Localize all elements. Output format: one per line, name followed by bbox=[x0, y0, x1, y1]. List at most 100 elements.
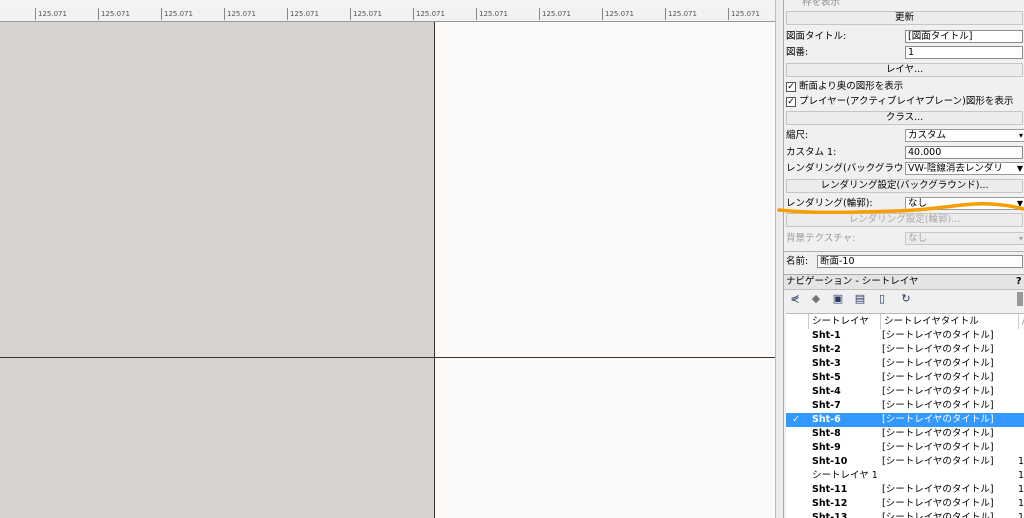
ruler-tick: 125.071 bbox=[35, 8, 67, 20]
ruler-tick: 125.071 bbox=[602, 8, 634, 20]
scale-select[interactable]: カスタム ▾ bbox=[905, 129, 1024, 142]
table-row[interactable]: Sht-10 [シートレイヤのタイトル] 1 bbox=[786, 455, 1024, 469]
drawing-title-field[interactable]: [図面タイトル] bbox=[905, 30, 1023, 43]
custom-scale-field[interactable]: 40.000 bbox=[905, 146, 1023, 159]
ruler-tick: 125.071 bbox=[287, 8, 319, 20]
row-sheet-layer: Sht-12 bbox=[812, 498, 848, 509]
section-guide-horizontal bbox=[0, 357, 775, 358]
render-foreground-label: レンダリング(輪郭): bbox=[786, 198, 873, 209]
show-player-checkbox[interactable]: ✓ bbox=[786, 97, 796, 107]
render-background-settings-button[interactable]: レンダリング設定(バックグラウンド)... bbox=[786, 179, 1023, 193]
row-sheet-title: [シートレイヤのタイトル] bbox=[882, 498, 994, 509]
table-row[interactable]: Sht-4 [シートレイヤのタイトル] bbox=[786, 385, 1024, 399]
render-foreground-select[interactable]: なし ▼ bbox=[905, 197, 1024, 210]
refresh-icon[interactable]: ↻ bbox=[899, 292, 913, 306]
update-button[interactable]: 更新 bbox=[786, 11, 1023, 25]
table-row[interactable]: Sht-11 [シートレイヤのタイトル] 1 bbox=[786, 483, 1024, 497]
row-sheet-layer: Sht-10 bbox=[812, 456, 848, 467]
row-extra: 1 bbox=[1018, 498, 1024, 509]
show-behind-section-label: 断面より奥の図形を表示 bbox=[799, 81, 904, 92]
ruler-tick: 125.071 bbox=[224, 8, 256, 20]
table-row[interactable]: シートレイヤ 1 1 bbox=[786, 469, 1024, 483]
table-row[interactable]: Sht-7 [シートレイヤのタイトル] bbox=[786, 399, 1024, 413]
row-sheet-layer: Sht-11 bbox=[812, 484, 848, 495]
horizontal-ruler: 125.071 125.071 125.071 125.071 125.071 … bbox=[0, 8, 775, 22]
ruler-tick: 125.071 bbox=[539, 8, 571, 20]
column-header-sheet-title[interactable]: シートレイヤタイトル bbox=[880, 314, 1018, 329]
table-row[interactable]: Sht-1 [シートレイヤのタイトル] bbox=[786, 329, 1024, 343]
navigation-header: ナビゲーション - シートレイヤ ? bbox=[784, 274, 1024, 290]
sheet-layer-list: Sht-1 [シートレイヤのタイトル] Sht-2 [シートレイヤのタイトル] Sht-… bbox=[786, 329, 1024, 518]
show-behind-section-checkbox[interactable]: ✓ bbox=[786, 82, 796, 92]
background-texture-select[interactable]: なし ▾ bbox=[905, 232, 1024, 245]
row-sheet-layer: Sht-7 bbox=[812, 400, 841, 411]
object-info-palette: 枠を表示 更新 図面タイトル: [図面タイトル] 図番: 1 レイヤ... ✓ … bbox=[783, 0, 1024, 518]
name-field[interactable]: 断面-10 bbox=[817, 255, 1023, 268]
ruler-tick: 125.071 bbox=[413, 8, 445, 20]
row-extra: 1 bbox=[1018, 512, 1024, 518]
table-row[interactable]: Sht-2 [シートレイヤのタイトル] bbox=[786, 343, 1024, 357]
layer-button[interactable]: レイヤ... bbox=[786, 63, 1023, 77]
row-extra: 1 bbox=[1018, 484, 1024, 495]
edit-icon[interactable]: ▣ bbox=[831, 292, 845, 306]
row-sheet-title: [シートレイヤのタイトル] bbox=[882, 512, 994, 518]
document-icon[interactable]: ▯ bbox=[875, 292, 889, 306]
row-extra: 1 bbox=[1018, 470, 1024, 481]
row-sheet-title: [シートレイヤのタイトル] bbox=[882, 456, 994, 467]
chevron-down-icon: ▼ bbox=[1016, 199, 1023, 208]
drawing-number-label: 図番: bbox=[786, 47, 809, 58]
grip-icon[interactable] bbox=[1017, 292, 1023, 306]
layers-icon[interactable]: ◆ bbox=[809, 292, 823, 306]
column-header-extra[interactable]: / bbox=[1018, 314, 1024, 329]
row-extra: 1 bbox=[1018, 456, 1024, 467]
help-icon[interactable]: ? bbox=[1016, 275, 1022, 288]
scale-label: 縮尺: bbox=[786, 130, 809, 141]
row-sheet-layer: Sht-1 bbox=[812, 330, 841, 341]
frame-display-label: 枠を表示 bbox=[802, 0, 841, 8]
table-row[interactable]: Sht-12 [シートレイヤのタイトル] 1 bbox=[786, 497, 1024, 511]
row-sheet-title: [シートレイヤのタイトル] bbox=[882, 344, 994, 355]
render-background-select[interactable]: VW-陰線消去レンダリ ▼ bbox=[905, 162, 1024, 175]
row-sheet-title: [シートレイヤのタイトル] bbox=[882, 330, 994, 341]
row-sheet-title: [シートレイヤのタイトル] bbox=[882, 442, 994, 453]
row-check-icon: ✓ bbox=[792, 414, 800, 425]
row-sheet-layer: Sht-3 bbox=[812, 358, 841, 369]
table-header: シートレイヤ シートレイヤタイトル / bbox=[786, 313, 1024, 330]
scale-select-value: カスタム bbox=[908, 130, 947, 141]
drawing-canvas-outside-area[interactable] bbox=[0, 22, 435, 518]
table-row[interactable]: Sht-5 [シートレイヤのタイトル] bbox=[786, 371, 1024, 385]
row-sheet-layer: Sht-6 bbox=[812, 414, 841, 425]
share-icon[interactable]: ⋞ bbox=[788, 292, 802, 306]
chevron-down-icon: ▾ bbox=[1018, 131, 1023, 140]
ruler-tick: 125.071 bbox=[98, 8, 130, 20]
ruler-tick: 125.071 bbox=[350, 8, 382, 20]
table-row[interactable]: ✓ Sht-6 [シートレイヤのタイトル] bbox=[786, 413, 1024, 427]
drawing-number-field[interactable]: 1 bbox=[905, 46, 1023, 59]
row-sheet-layer: Sht-13 bbox=[812, 512, 848, 518]
sheet-icon[interactable]: ▤ bbox=[853, 292, 867, 306]
background-texture-value: なし bbox=[908, 233, 928, 244]
ruler-tick: 125.071 bbox=[728, 8, 760, 20]
background-texture-label: 背景テクスチャ: bbox=[786, 233, 856, 244]
chevron-down-icon: ▼ bbox=[1016, 164, 1023, 173]
navigation-title: ナビゲーション - シートレイヤ bbox=[786, 276, 919, 287]
table-row[interactable]: Sht-9 [シートレイヤのタイトル] bbox=[786, 441, 1024, 455]
row-sheet-title: [シートレイヤのタイトル] bbox=[882, 428, 994, 439]
drawing-canvas-page-area[interactable] bbox=[435, 22, 775, 518]
table-row[interactable]: Sht-8 [シートレイヤのタイトル] bbox=[786, 427, 1024, 441]
show-player-label: プレイヤー(アクティブレイヤプレーン)図形を表示 bbox=[799, 96, 1014, 107]
ruler-tick: 125.071 bbox=[161, 8, 193, 20]
ruler-tick: 125.071 bbox=[665, 8, 697, 20]
row-sheet-layer: Sht-9 bbox=[812, 442, 841, 453]
class-button[interactable]: クラス... bbox=[786, 111, 1023, 125]
column-header-sheet-layer[interactable]: シートレイヤ bbox=[808, 314, 880, 329]
row-sheet-title: [シートレイヤのタイトル] bbox=[882, 372, 994, 383]
row-sheet-layer: Sht-5 bbox=[812, 372, 841, 383]
row-sheet-title: [シートレイヤのタイトル] bbox=[882, 484, 994, 495]
row-sheet-layer: Sht-2 bbox=[812, 344, 841, 355]
render-foreground-settings-button[interactable]: レンダリング設定(輪郭)... bbox=[786, 213, 1023, 227]
table-row[interactable]: Sht-13 [シートレイヤのタイトル] 1 bbox=[786, 511, 1024, 518]
table-row[interactable]: Sht-3 [シートレイヤのタイトル] bbox=[786, 357, 1024, 371]
section-guide-vertical bbox=[434, 22, 435, 518]
render-background-value: VW-陰線消去レンダリ bbox=[908, 163, 1003, 174]
